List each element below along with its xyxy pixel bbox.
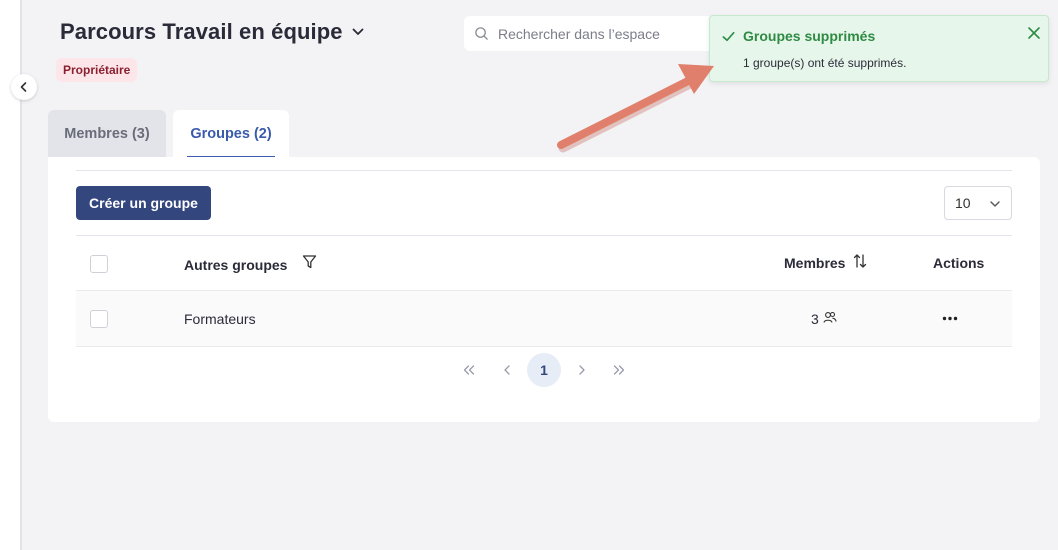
previous-page-button[interactable] [490,353,524,387]
sidebar-collapse-button[interactable] [11,74,37,100]
role-badge: Propriétaire [56,58,138,82]
next-page-button[interactable] [565,353,599,387]
column-header-actions: Actions [933,255,985,271]
chevron-left-icon [20,82,27,92]
column-header-groups: Autres groupes [184,257,288,273]
groups-panel: Créer un groupe 10 Autres groupes Membre… [48,157,1040,422]
tab-members-label: Membres (3) [64,126,150,142]
chevron-left-icon [504,365,510,375]
pagination: 1 [48,353,1040,389]
member-count: 3 [811,311,819,327]
chevron-down-icon[interactable] [351,25,365,39]
more-horizontal-icon[interactable] [942,316,958,321]
last-page-button[interactable] [602,353,636,387]
users-icon [823,311,837,323]
success-toast: Groupes supprimés 1 groupe(s) ont été su… [709,15,1049,82]
divider [76,170,1012,171]
row-checkbox[interactable] [90,310,108,328]
chevron-right-icon [579,365,585,375]
table-header: Autres groupes Membres Actions [76,235,1012,291]
close-icon[interactable] [1026,25,1042,41]
toast-message: 1 groupe(s) ont été supprimés. [743,56,907,70]
group-name: Formateurs [184,311,256,327]
page-size-select[interactable]: 10 [944,186,1012,220]
check-icon [722,31,735,42]
title-row[interactable]: Parcours Travail en équipe [60,19,365,45]
chevrons-left-icon [463,365,475,375]
first-page-button[interactable] [452,353,486,387]
tab-groups-label: Groupes (2) [190,126,272,142]
tab-members[interactable]: Membres (3) [48,110,166,158]
sort-icon[interactable] [853,253,867,269]
search-input[interactable] [498,25,698,42]
toast-title: Groupes supprimés [743,28,876,44]
filter-icon[interactable] [302,254,317,270]
select-all-checkbox[interactable] [90,255,108,273]
page-title: Parcours Travail en équipe [60,19,343,44]
page-size-value: 10 [955,195,971,211]
chevrons-right-icon [613,365,625,375]
create-group-button[interactable]: Créer un groupe [76,186,211,220]
page-number-current[interactable]: 1 [527,353,561,387]
table-row[interactable]: Formateurs 3 [76,291,1012,347]
column-header-members[interactable]: Membres [784,255,845,271]
search-box[interactable] [464,16,714,51]
tab-groups[interactable]: Groupes (2) [173,110,289,158]
chevron-down-icon [990,201,1000,207]
search-icon [475,27,488,40]
